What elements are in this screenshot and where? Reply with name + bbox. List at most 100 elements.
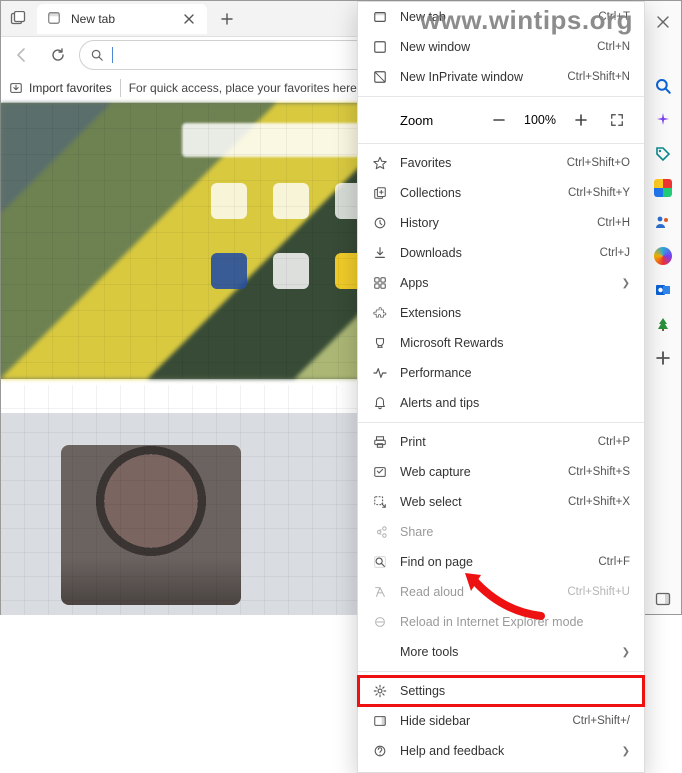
menu-help-feedback[interactable]: Help and feedback ❯	[358, 736, 644, 766]
refresh-icon	[50, 47, 66, 63]
menu-print[interactable]: Print Ctrl+P	[358, 427, 644, 457]
tab-actions-icon	[10, 11, 26, 27]
menu-label: History	[400, 216, 585, 230]
menu-label: Downloads	[400, 246, 588, 260]
plus-icon	[656, 351, 670, 365]
menu-favorites[interactable]: Favorites Ctrl+Shift+O	[358, 148, 644, 178]
menu-label: New InPrivate window	[400, 70, 555, 84]
sidebar	[643, 1, 681, 614]
menu-extensions[interactable]: Extensions	[358, 298, 644, 328]
favbar-divider	[120, 79, 121, 97]
menu-shortcut: Ctrl+Shift+U	[567, 586, 630, 598]
tree-icon	[655, 316, 671, 332]
menu-label: Settings	[400, 684, 630, 698]
menu-web-select[interactable]: Web select Ctrl+Shift+X	[358, 487, 644, 517]
sidebar-search-button[interactable]	[648, 71, 678, 101]
menu-label: Alerts and tips	[400, 396, 630, 410]
people-icon	[654, 213, 672, 231]
back-button[interactable]	[7, 40, 37, 70]
bell-icon	[372, 395, 388, 411]
sidebar-outlook-button[interactable]	[648, 275, 678, 305]
tag-icon	[655, 146, 671, 162]
menu-shortcut: Ctrl+F	[598, 556, 630, 568]
sidebar-games-button[interactable]	[648, 207, 678, 237]
plus-icon	[575, 114, 587, 126]
menu-collections[interactable]: Collections Ctrl+Shift+Y	[358, 178, 644, 208]
menu-separator	[358, 96, 644, 97]
new-tab-button[interactable]	[213, 5, 241, 33]
sidebar-hide-icon	[372, 713, 388, 729]
menu-label: Performance	[400, 366, 630, 380]
menu-new-inprivate[interactable]: New InPrivate window Ctrl+Shift+N	[358, 62, 644, 92]
zoom-in-button[interactable]	[568, 107, 594, 133]
menu-microsoft-rewards[interactable]: Microsoft Rewards	[358, 328, 644, 358]
menu-label: Help and feedback	[400, 744, 610, 758]
grid-colorful-icon	[654, 179, 672, 197]
refresh-button[interactable]	[43, 40, 73, 70]
menu-label: New window	[400, 40, 585, 54]
menu-label: Hide sidebar	[400, 714, 560, 728]
menu-hide-sidebar[interactable]: Hide sidebar Ctrl+Shift+/	[358, 706, 644, 736]
menu-new-window[interactable]: New window Ctrl+N	[358, 32, 644, 62]
menu-shortcut: Ctrl+P	[598, 436, 630, 448]
zoom-value: 100%	[522, 113, 558, 127]
zoom-out-button[interactable]	[486, 107, 512, 133]
find-icon	[372, 554, 388, 570]
menu-label: Print	[400, 435, 586, 449]
print-icon	[372, 434, 388, 450]
blank-icon	[372, 644, 388, 660]
menu-label: Microsoft Rewards	[400, 336, 630, 350]
collections-icon	[372, 185, 388, 201]
menu-label: Share	[400, 525, 630, 539]
annotation-arrow-icon	[461, 571, 551, 621]
menu-shortcut: Ctrl+Shift+O	[567, 157, 630, 169]
close-icon	[184, 14, 194, 24]
menu-alerts[interactable]: Alerts and tips	[358, 388, 644, 418]
select-icon	[372, 494, 388, 510]
menu-performance[interactable]: Performance	[358, 358, 644, 388]
fullscreen-button[interactable]	[604, 107, 630, 133]
menu-shortcut: Ctrl+Shift+Y	[568, 187, 630, 199]
menu-history[interactable]: History Ctrl+H	[358, 208, 644, 238]
m365-ring-icon	[654, 247, 672, 265]
plus-icon	[221, 13, 233, 25]
menu-more-tools[interactable]: More tools ❯	[358, 637, 644, 667]
sparkle-plus-icon	[655, 112, 671, 128]
new-window-icon	[372, 39, 388, 55]
sidebar-efficiency-button[interactable]	[648, 309, 678, 339]
tab-close-button[interactable]	[181, 11, 197, 27]
menu-downloads[interactable]: Downloads Ctrl+J	[358, 238, 644, 268]
tab-title: New tab	[71, 12, 181, 26]
sidebar-shopping-button[interactable]	[648, 139, 678, 169]
sidebar-add-button[interactable]	[648, 343, 678, 373]
minus-icon	[493, 114, 505, 126]
tab-new-tab[interactable]: New tab	[37, 4, 207, 34]
settings-and-more-menu: New tab Ctrl+T New window Ctrl+N New InP…	[357, 1, 645, 773]
menu-apps[interactable]: Apps ❯	[358, 268, 644, 298]
help-icon	[372, 743, 388, 759]
tab-page-icon	[47, 11, 63, 27]
sidebar-toggle-button[interactable]	[648, 584, 678, 614]
menu-settings[interactable]: Settings	[358, 676, 644, 706]
sidebar-m365-button[interactable]	[648, 241, 678, 271]
menu-shortcut: Ctrl+Shift+S	[568, 466, 630, 478]
menu-web-capture[interactable]: Web capture Ctrl+Shift+S	[358, 457, 644, 487]
address-caret	[112, 47, 113, 63]
inprivate-icon	[372, 69, 388, 85]
search-icon	[90, 48, 104, 62]
capture-icon	[372, 464, 388, 480]
sidebar-tools-button[interactable]	[648, 173, 678, 203]
sidebar-close-button[interactable]	[648, 7, 678, 37]
menu-zoom-row: Zoom 100%	[358, 101, 644, 139]
menu-share: Share	[358, 517, 644, 547]
outlook-icon	[655, 282, 671, 298]
read-aloud-icon	[372, 584, 388, 600]
tab-actions-button[interactable]	[5, 6, 31, 32]
import-favorites-button[interactable]: Import favorites	[9, 81, 112, 95]
menu-shortcut: Ctrl+N	[597, 41, 630, 53]
import-favorites-label: Import favorites	[29, 81, 112, 95]
new-tab-icon	[372, 9, 388, 25]
menu-label: More tools	[400, 645, 610, 659]
sidebar-discover-button[interactable]	[648, 105, 678, 135]
fullscreen-icon	[610, 113, 624, 127]
